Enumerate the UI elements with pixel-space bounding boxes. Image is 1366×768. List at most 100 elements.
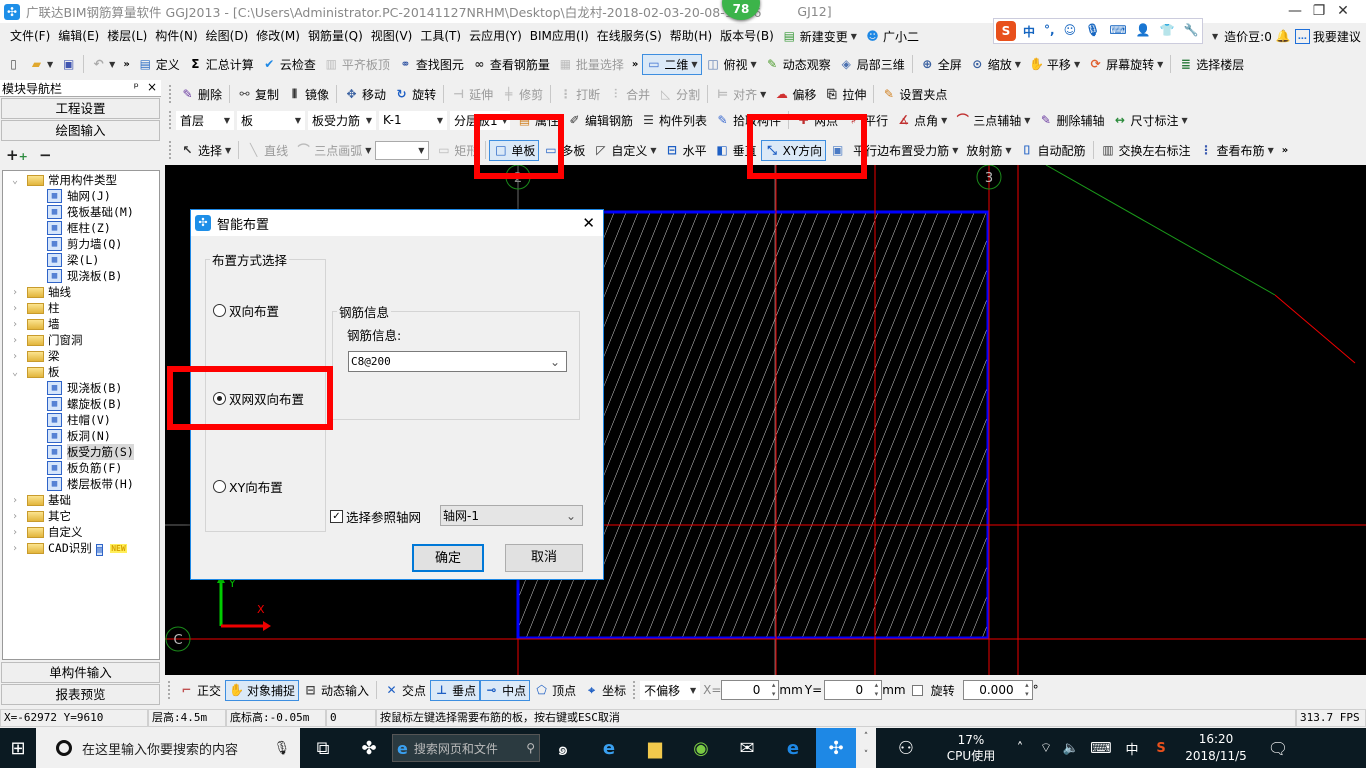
radio-circle[interactable] — [213, 480, 226, 493]
batch-select-button[interactable]: ▦ 批量选择 — [554, 54, 628, 75]
dropdown-arrow-icon[interactable]: ▼ — [1157, 60, 1163, 69]
align-top-button[interactable]: ▥ 平齐板顶 — [320, 54, 394, 75]
menu-item[interactable]: 云应用(Y) — [465, 25, 526, 47]
menu-item[interactable]: 编辑(E) — [54, 25, 103, 47]
tree-item[interactable]: ▦ 螺旋板(B) — [3, 396, 159, 412]
chevron-right-icon[interactable]: › — [9, 511, 21, 522]
local-3d-button[interactable]: ◈ 局部三维 — [835, 54, 909, 75]
y-input[interactable]: 0 — [824, 680, 883, 700]
component-subtype-select[interactable]: 板受力筋 ▼ — [308, 110, 376, 130]
wifi-icon[interactable]: ⌔ — [1034, 728, 1058, 768]
fan-app-icon[interactable]: ✤ — [346, 728, 392, 768]
cancel-button[interactable]: 取消 — [505, 544, 583, 572]
file-explorer-icon[interactable]: ▆ — [632, 728, 678, 768]
suggest-link[interactable]: 我要建议 — [1313, 28, 1361, 45]
menu-item[interactable]: 构件(N) — [151, 25, 201, 47]
horizontal-button[interactable]: ⊟ 水平 — [661, 140, 711, 161]
radio-xy-direction[interactable]: XY向布置 — [213, 477, 283, 496]
pan-button[interactable]: ✋ 平移 ▼ — [1025, 54, 1084, 75]
radio-circle[interactable] — [213, 304, 226, 317]
dropdown-arrow-icon[interactable]: ▼ — [1268, 146, 1274, 155]
expand-all-icon[interactable]: + — [6, 146, 19, 164]
point-angle-button[interactable]: ∡ 点角 ▼ — [892, 110, 951, 131]
glasses-button[interactable]: ∞ 查看钢筋量 — [468, 54, 554, 75]
bell-icon[interactable]: 🔔 — [1276, 29, 1291, 44]
floor-select[interactable]: 首层 ▼ — [176, 110, 234, 130]
tree-item[interactable]: ▦ 筏板基础(M) — [3, 204, 159, 220]
overflow-button[interactable]: » — [628, 54, 642, 75]
taskbar-scroll[interactable]: ˄ ˅ — [856, 728, 876, 768]
merge-button[interactable]: ⫶ 合并 — [604, 84, 654, 105]
dropdown-arrow-icon[interactable]: ▼ — [1005, 146, 1011, 155]
ime-tool-icon[interactable]: 🎙 — [1085, 23, 1100, 40]
move-button[interactable]: ✥ 移动 — [340, 84, 390, 105]
dropdown-arrow-icon[interactable]: ▼ — [751, 60, 757, 69]
dimension-button[interactable]: ↔ 尺寸标注 ▼ — [1108, 110, 1191, 131]
chevron-right-icon[interactable]: › — [9, 319, 21, 330]
checkbox-checked-icon[interactable]: ✓ — [330, 510, 343, 523]
sigma-button[interactable]: Σ 汇总计算 — [184, 54, 258, 75]
fullscreen-button[interactable]: ⊕ 全屏 — [916, 54, 966, 75]
rotate-checkbox[interactable] — [911, 684, 923, 696]
select-floor-button[interactable]: ≣ 选择楼层 — [1174, 54, 1248, 75]
swap-labels-button[interactable]: ▥ 交换左右标注 — [1097, 140, 1195, 161]
ok-button[interactable]: 确定 — [412, 544, 484, 572]
ime-tool-icon[interactable]: 中 — [1023, 23, 1035, 40]
midpoint-button[interactable]: ⊸ 中点 — [480, 679, 531, 701]
internet-explorer-icon[interactable]: e — [586, 728, 632, 768]
rebar-info-combo[interactable]: C8@200 ⌄ — [348, 351, 567, 372]
split-button[interactable]: ◺ 分割 — [654, 84, 704, 105]
dropdown-arrow-icon[interactable]: ▼ — [1024, 116, 1030, 125]
sogou-tray-icon[interactable]: S — [1146, 728, 1176, 768]
report-preview-button[interactable]: 报表预览 — [1, 684, 160, 705]
menu-item[interactable]: 版本号(B) — [716, 25, 778, 47]
line-style-select[interactable]: ▼ — [375, 140, 430, 160]
dropdown-arrow-icon[interactable]: ▼ — [760, 90, 766, 99]
2d-view-button[interactable]: ▭ 二维 ▼ — [642, 53, 702, 75]
menu-item[interactable]: 修改(M) — [252, 25, 304, 47]
overflow-button[interactable]: » — [119, 54, 133, 75]
tree-item[interactable]: ▦ 剪力墙(Q) — [3, 236, 159, 252]
top-view-button[interactable]: ◫ 俯视 ▼ — [702, 54, 761, 75]
people-icon[interactable]: ⚇ — [876, 728, 936, 768]
auto-rebar-button[interactable]: ⌷ 自动配筋 — [1016, 140, 1090, 161]
break-button[interactable]: ⋮ 打断 — [554, 84, 604, 105]
chevron-right-icon[interactable]: › — [9, 543, 21, 554]
dropdown-arrow-icon[interactable]: ▼ — [365, 146, 371, 155]
copy-button[interactable]: ⚯ 复制 — [233, 84, 283, 105]
tree-folder[interactable]: › CAD识别 ▥ NEW — [3, 540, 159, 556]
menu-assistant[interactable]: ☻ 广小二 — [861, 26, 923, 47]
tree-folder[interactable]: › 墙 — [3, 316, 159, 332]
tree-folder[interactable]: › 自定义 — [3, 524, 159, 540]
view-rebar-button[interactable]: ⋮ 查看布筋 ▼ — [1195, 140, 1278, 161]
offset-button[interactable]: ☁ 偏移 — [770, 84, 820, 105]
grip-point-button[interactable]: ✎ 设置夹点 — [877, 84, 951, 105]
chevron-right-icon[interactable]: › — [9, 287, 21, 298]
chevron-right-icon[interactable]: › — [9, 335, 21, 346]
dropdown-arrow-icon[interactable]: ▼ — [47, 60, 53, 69]
orbit-button[interactable]: ✎ 动态观察 — [761, 54, 835, 75]
rotate-input[interactable]: 0.000 — [962, 680, 1033, 700]
dialog-close-button[interactable]: ✕ — [582, 214, 595, 232]
trim-button[interactable]: ╪ 修剪 — [497, 84, 547, 105]
zoom-button[interactable]: ⊙ 缩放 ▼ — [966, 54, 1025, 75]
offset-select[interactable]: 不偏移 ▼ — [640, 680, 701, 700]
component-type-select[interactable]: 板 ▼ — [237, 110, 305, 130]
ime-indicator[interactable]: 中 — [1118, 728, 1146, 768]
dropdown-arrow-icon[interactable]: ▼ — [941, 116, 947, 125]
tree-folder[interactable]: › 轴线 — [3, 284, 159, 300]
chevron-right-icon[interactable]: › — [9, 527, 21, 538]
volume-icon[interactable]: 🔈 — [1058, 728, 1084, 768]
stretch-button[interactable]: ⎘ 拉伸 — [820, 84, 870, 105]
ime-tool-icon[interactable]: °, — [1044, 23, 1055, 40]
action-center-icon[interactable]: 🗨 — [1256, 728, 1300, 768]
tree-item[interactable]: ▦ 板负筋(F) — [3, 460, 159, 476]
pin-icon[interactable]: ᵖ — [134, 80, 139, 94]
dropdown-arrow-icon[interactable]: ▼ — [691, 60, 697, 69]
perpendicular-button[interactable]: ⊥ 垂点 — [430, 679, 481, 701]
overflow-button[interactable]: » — [1278, 140, 1292, 161]
browser-360-icon[interactable]: ◉ — [678, 728, 724, 768]
dropdown-arrow-icon[interactable]: ▼ — [1015, 60, 1021, 69]
menu-item[interactable]: 在线服务(S) — [593, 25, 666, 47]
delete-button[interactable]: ✎ 删除 — [176, 84, 226, 105]
